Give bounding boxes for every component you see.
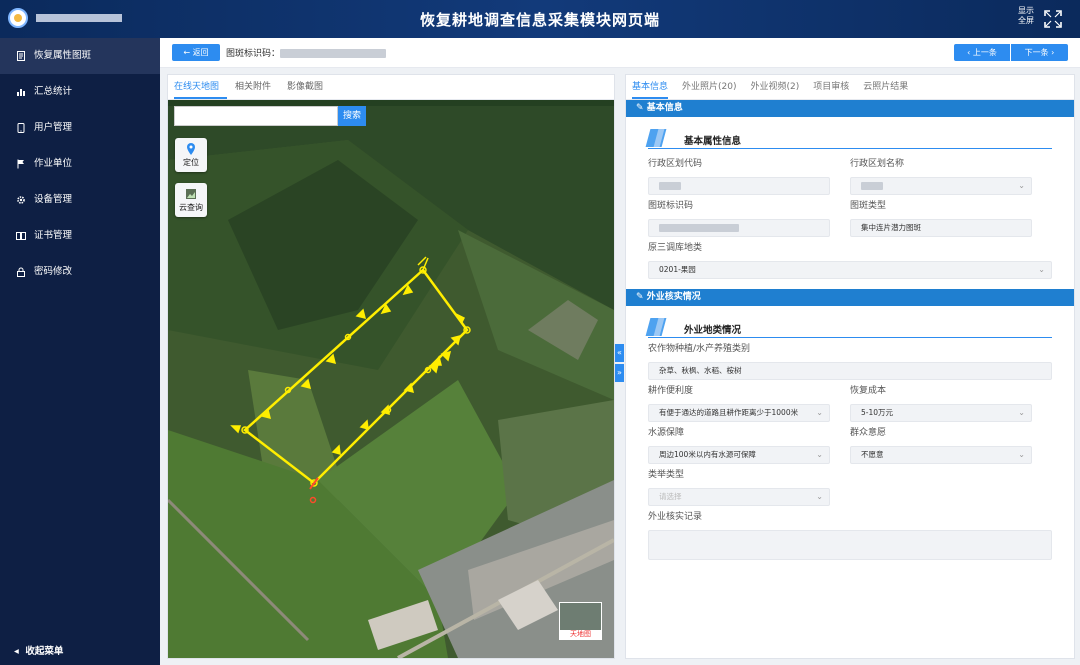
flag-icon	[17, 159, 24, 169]
sidebar-item-restore-tuban[interactable]: 恢复属性图斑	[0, 38, 160, 74]
book-icon	[16, 232, 26, 240]
tuban-id-field-label: 图斑标识码	[648, 201, 694, 211]
gear-icon	[17, 196, 25, 204]
willingness-select[interactable]: 不愿意 ⌄	[850, 446, 1032, 464]
map-search-button[interactable]: 搜索	[338, 106, 366, 126]
tuban-id-redacted	[280, 49, 387, 58]
cost-select[interactable]: 5-10万元 ⌄	[850, 404, 1032, 422]
water-label: 水源保障	[648, 428, 685, 438]
sidebar-item-label: 证书管理	[34, 230, 73, 241]
collapse-left-icon[interactable]: «	[615, 344, 624, 362]
reclaim-type-select[interactable]: 请选择 ⌄	[648, 488, 830, 506]
tuban-type-label: 图斑类型	[850, 201, 887, 211]
basemap-switcher[interactable]: 天地图	[559, 602, 602, 640]
panel-splitter: « »	[615, 344, 624, 384]
land-class-select[interactable]: 0201-果园 ⌄	[648, 261, 1052, 279]
tuban-id-label: 图斑标识码：	[226, 46, 387, 59]
sidebar-item-label: 用户管理	[34, 122, 73, 133]
region-name-select[interactable]: ⌄	[850, 177, 1032, 195]
sidebar: 恢复属性图斑 汇总统计 用户管理 作业单位 设备管理 证书管理 密码修改 ◂ 收…	[0, 38, 160, 665]
info-panel: 基本信息 外业照片(20) 外业视频(2) 项目审核 云照片结果 ✎ 基本信息 …	[625, 74, 1075, 659]
crop-label: 农作物种植/水产养殖类别	[648, 344, 751, 354]
edit-icon: ✎	[636, 103, 647, 113]
fullscreen-icon[interactable]	[1044, 10, 1062, 28]
chevron-down-icon: ⌄	[816, 450, 823, 459]
record-label: 外业核实记录	[648, 512, 703, 522]
tab-project-review[interactable]: 项目审核	[813, 75, 849, 99]
chevron-right-icon: ›	[1048, 48, 1055, 57]
back-button[interactable]: ← 返回	[172, 44, 220, 61]
chevron-down-icon: ⌄	[1038, 265, 1045, 274]
chevron-down-icon: ⌄	[1018, 181, 1025, 190]
bar-chart-icon	[17, 89, 25, 96]
section-basic-info: ✎ 基本信息	[626, 100, 1074, 117]
convenience-label: 耕作便利度	[648, 386, 694, 396]
sidebar-item-devices[interactable]: 设备管理	[0, 182, 160, 218]
tuban-id-field	[648, 219, 830, 237]
sidebar-item-label: 汇总统计	[34, 86, 73, 97]
map-tabs: 在线天地图 相关附件 影像截图	[168, 75, 614, 100]
crop-field[interactable]: 杂草、秋枫、水稻、桉树	[648, 362, 1052, 380]
tab-basic-info[interactable]: 基本信息	[632, 75, 669, 99]
location-pin-icon	[187, 143, 195, 155]
reclaim-type-label: 类举类型	[648, 470, 685, 480]
phone-icon	[17, 123, 25, 133]
water-select[interactable]: 周边100米以内有水源可保障 ⌄	[648, 446, 830, 464]
collapse-right-icon[interactable]: »	[615, 364, 624, 382]
chevron-down-icon: ⌄	[1018, 408, 1025, 417]
collapse-menu-button[interactable]: ◂ 收起菜单	[0, 639, 160, 665]
sidebar-item-units[interactable]: 作业单位	[0, 146, 160, 182]
doc-icon	[17, 51, 25, 61]
region-code-label: 行政区划代码	[648, 159, 703, 169]
map-panel: 在线天地图 相关附件 影像截图 搜索 定位 云查询 天地图	[167, 74, 615, 659]
cloud-query-button[interactable]: 云查询	[175, 183, 207, 217]
caret-left-icon: ◂	[14, 646, 26, 657]
convenience-select[interactable]: 有便于通达的道路且耕作距离少于1000米 ⌄	[648, 404, 830, 422]
next-record-button[interactable]: 下一条 ›	[1011, 44, 1068, 61]
record-textarea[interactable]	[648, 530, 1052, 560]
chevron-down-icon: ⌄	[816, 408, 823, 417]
cost-label: 恢复成本	[850, 386, 887, 396]
section-field-check: ✎ 外业核实情况	[626, 289, 1074, 306]
sidebar-item-label: 作业单位	[34, 158, 73, 169]
sidebar-item-password[interactable]: 密码修改	[0, 254, 160, 290]
cloud-query-icon	[186, 189, 196, 199]
top-header: 恢复耕地调查信息采集模块网页端 显示 全屏	[0, 0, 1080, 38]
region-name-label: 行政区划名称	[850, 159, 905, 169]
sidebar-item-label: 密码修改	[34, 266, 73, 277]
tab-online-map[interactable]: 在线天地图	[174, 75, 228, 99]
prev-record-button[interactable]: ‹ 上一条	[954, 44, 1010, 61]
main-content: ← 返回 图斑标识码： ‹ 上一条 下一条 › 在线天地图 相关附件 影像截图	[160, 38, 1080, 665]
chevron-down-icon: ⌄	[816, 492, 823, 501]
sidebar-item-statistics[interactable]: 汇总统计	[0, 74, 160, 110]
toolbar: ← 返回 图斑标识码： ‹ 上一条 下一条 ›	[160, 38, 1080, 68]
tab-field-videos[interactable]: 外业视频(2)	[751, 75, 800, 99]
chevron-down-icon: ⌄	[1018, 450, 1025, 459]
tab-image-capture[interactable]: 影像截图	[287, 75, 331, 99]
sidebar-item-label: 设备管理	[34, 194, 73, 205]
lock-icon	[17, 267, 25, 277]
sidebar-item-certificates[interactable]: 证书管理	[0, 218, 160, 254]
info-tabs: 基本信息 外业照片(20) 外业视频(2) 项目审核 云照片结果	[626, 75, 1074, 100]
edit-icon: ✎	[636, 292, 647, 302]
sidebar-item-users[interactable]: 用户管理	[0, 110, 160, 146]
willingness-label: 群众意愿	[850, 428, 887, 438]
tuban-type-field: 集中连片潜力图斑	[850, 219, 1032, 237]
locate-button[interactable]: 定位	[175, 138, 207, 172]
satellite-map[interactable]: 搜索 定位 云查询 天地图	[168, 100, 614, 658]
tab-cloud-photo-results[interactable]: 云照片结果	[863, 75, 908, 99]
tab-field-photos[interactable]: 外业照片(20)	[682, 75, 736, 99]
map-imagery	[168, 100, 614, 658]
map-search-input[interactable]	[174, 106, 338, 126]
app-title: 恢复耕地调查信息采集模块网页端	[419, 11, 660, 29]
tab-attachments[interactable]: 相关附件	[235, 75, 279, 99]
fullscreen-label[interactable]: 显示 全屏	[1016, 6, 1036, 26]
subsection-field-land-class: 外业地类情况	[645, 316, 1052, 338]
subsection-basic-attributes: 基本属性信息	[645, 127, 1052, 149]
region-code-field	[648, 177, 830, 195]
sidebar-item-label: 恢复属性图斑	[34, 50, 92, 61]
land-class-label: 原三调库地类	[648, 243, 703, 253]
arrow-left-icon: ←	[183, 48, 193, 57]
